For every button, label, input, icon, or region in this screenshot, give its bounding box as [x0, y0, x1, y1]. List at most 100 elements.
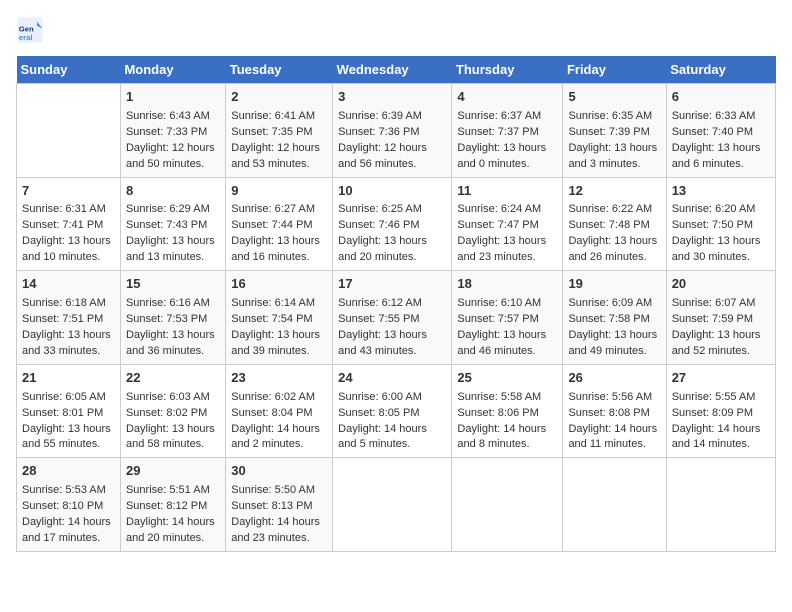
- daylight-text: Daylight: 13 hours and 30 minutes.: [672, 235, 761, 263]
- sunrise-text: Sunrise: 6:03 AM: [126, 391, 210, 403]
- daylight-text: Daylight: 13 hours and 43 minutes.: [338, 329, 427, 357]
- day-header-monday: Monday: [120, 56, 225, 84]
- daylight-text: Daylight: 13 hours and 0 minutes.: [457, 142, 546, 170]
- day-number: 28: [22, 462, 115, 481]
- daylight-text: Daylight: 12 hours and 56 minutes.: [338, 142, 427, 170]
- calendar-cell: 19Sunrise: 6:09 AMSunset: 7:58 PMDayligh…: [563, 271, 666, 365]
- calendar-cell: 12Sunrise: 6:22 AMSunset: 7:48 PMDayligh…: [563, 177, 666, 271]
- day-number: 19: [568, 275, 660, 294]
- sunset-text: Sunset: 7:48 PM: [568, 219, 649, 231]
- day-number: 16: [231, 275, 327, 294]
- daylight-text: Daylight: 13 hours and 46 minutes.: [457, 329, 546, 357]
- sunset-text: Sunset: 8:02 PM: [126, 407, 207, 419]
- calendar-cell: 23Sunrise: 6:02 AMSunset: 8:04 PMDayligh…: [226, 364, 333, 458]
- day-header-saturday: Saturday: [666, 56, 775, 84]
- calendar-cell: 5Sunrise: 6:35 AMSunset: 7:39 PMDaylight…: [563, 84, 666, 178]
- calendar-cell: 9Sunrise: 6:27 AMSunset: 7:44 PMDaylight…: [226, 177, 333, 271]
- day-number: 12: [568, 182, 660, 201]
- calendar-cell: 26Sunrise: 5:56 AMSunset: 8:08 PMDayligh…: [563, 364, 666, 458]
- sunset-text: Sunset: 7:35 PM: [231, 126, 312, 138]
- sunrise-text: Sunrise: 6:41 AM: [231, 110, 315, 122]
- calendar-cell: [563, 458, 666, 552]
- sunset-text: Sunset: 7:54 PM: [231, 313, 312, 325]
- calendar-cell: 27Sunrise: 5:55 AMSunset: 8:09 PMDayligh…: [666, 364, 775, 458]
- sunset-text: Sunset: 7:57 PM: [457, 313, 538, 325]
- week-row-3: 14Sunrise: 6:18 AMSunset: 7:51 PMDayligh…: [17, 271, 776, 365]
- day-number: 3: [338, 88, 446, 107]
- calendar-cell: [17, 84, 121, 178]
- sunset-text: Sunset: 8:10 PM: [22, 500, 103, 512]
- calendar-table: SundayMondayTuesdayWednesdayThursdayFrid…: [16, 56, 776, 552]
- day-number: 21: [22, 369, 115, 388]
- sunset-text: Sunset: 7:40 PM: [672, 126, 753, 138]
- sunrise-text: Sunrise: 6:18 AM: [22, 297, 106, 309]
- day-number: 26: [568, 369, 660, 388]
- week-row-2: 7Sunrise: 6:31 AMSunset: 7:41 PMDaylight…: [17, 177, 776, 271]
- sunset-text: Sunset: 7:46 PM: [338, 219, 419, 231]
- sunset-text: Sunset: 7:50 PM: [672, 219, 753, 231]
- day-header-sunday: Sunday: [17, 56, 121, 84]
- week-row-5: 28 Sunrise: 5:53 AM Sunset: 8:10 PM Dayligh…: [17, 458, 776, 552]
- daylight-text: Daylight: 14 hours and 8 minutes.: [457, 423, 546, 451]
- day-number: 18: [457, 275, 557, 294]
- daylight-text: Daylight: 13 hours and 6 minutes.: [672, 142, 761, 170]
- sunrise-text: Sunrise: 6:24 AM: [457, 203, 541, 215]
- sunrise-text: Sunrise: 5:50 AM: [231, 484, 315, 496]
- logo-icon: Gen eral: [16, 16, 44, 44]
- sunrise-text: Sunrise: 6:31 AM: [22, 203, 106, 215]
- calendar-cell: 1Sunrise: 6:43 AMSunset: 7:33 PMDaylight…: [120, 84, 225, 178]
- day-header-tuesday: Tuesday: [226, 56, 333, 84]
- calendar-cell: 21Sunrise: 6:05 AMSunset: 8:01 PMDayligh…: [17, 364, 121, 458]
- calendar-cell: 28Sunrise: 5:53 AMSunset: 8:10 PMDayligh…: [17, 458, 121, 552]
- calendar-cell: 2Sunrise: 6:41 AMSunset: 7:35 PMDaylight…: [226, 84, 333, 178]
- sunset-text: Sunset: 7:59 PM: [672, 313, 753, 325]
- day-number: 10: [338, 182, 446, 201]
- sunset-text: Sunset: 7:39 PM: [568, 126, 649, 138]
- calendar-cell: 13Sunrise: 6:20 AMSunset: 7:50 PMDayligh…: [666, 177, 775, 271]
- sunrise-text: Sunrise: 6:09 AM: [568, 297, 652, 309]
- calendar-header-row: SundayMondayTuesdayWednesdayThursdayFrid…: [17, 56, 776, 84]
- sunrise-text: Sunrise: 6:02 AM: [231, 391, 315, 403]
- daylight-text: Daylight: 13 hours and 23 minutes.: [457, 235, 546, 263]
- daylight-text: Daylight: 13 hours and 55 minutes.: [22, 423, 111, 451]
- calendar-cell: 20Sunrise: 6:07 AMSunset: 7:59 PMDayligh…: [666, 271, 775, 365]
- sunrise-text: Sunrise: 5:53 AM: [22, 484, 106, 496]
- calendar-cell: [333, 458, 452, 552]
- sunrise-text: Sunrise: 6:12 AM: [338, 297, 422, 309]
- sunrise-text: Sunrise: 6:05 AM: [22, 391, 106, 403]
- daylight-text: Daylight: 13 hours and 16 minutes.: [231, 235, 320, 263]
- calendar-cell: 24Sunrise: 6:00 AMSunset: 8:05 PMDayligh…: [333, 364, 452, 458]
- daylight-text: Daylight: 13 hours and 52 minutes.: [672, 329, 761, 357]
- sunrise-text: Sunrise: 6:20 AM: [672, 203, 756, 215]
- daylight-text: Daylight: 13 hours and 20 minutes.: [338, 235, 427, 263]
- sunrise-text: Sunrise: 5:58 AM: [457, 391, 541, 403]
- calendar-cell: 18Sunrise: 6:10 AMSunset: 7:57 PMDayligh…: [452, 271, 563, 365]
- sunrise-text: Sunrise: 6:14 AM: [231, 297, 315, 309]
- sunset-text: Sunset: 7:53 PM: [126, 313, 207, 325]
- daylight-text: Daylight: 14 hours and 23 minutes.: [231, 516, 320, 544]
- daylight-text: Daylight: 14 hours and 20 minutes.: [126, 516, 215, 544]
- daylight-text: Daylight: 13 hours and 58 minutes.: [126, 423, 215, 451]
- day-header-wednesday: Wednesday: [333, 56, 452, 84]
- daylight-text: Daylight: 13 hours and 33 minutes.: [22, 329, 111, 357]
- sunrise-text: Sunrise: 5:55 AM: [672, 391, 756, 403]
- day-number: 27: [672, 369, 770, 388]
- calendar-cell: 14Sunrise: 6:18 AMSunset: 7:51 PMDayligh…: [17, 271, 121, 365]
- calendar-cell: 29Sunrise: 5:51 AMSunset: 8:12 PMDayligh…: [120, 458, 225, 552]
- daylight-text: Daylight: 13 hours and 13 minutes.: [126, 235, 215, 263]
- daylight-text: Daylight: 13 hours and 49 minutes.: [568, 329, 657, 357]
- calendar-cell: 6Sunrise: 6:33 AMSunset: 7:40 PMDaylight…: [666, 84, 775, 178]
- day-number: 17: [338, 275, 446, 294]
- sunset-text: Sunset: 7:36 PM: [338, 126, 419, 138]
- calendar-cell: 10Sunrise: 6:25 AMSunset: 7:46 PMDayligh…: [333, 177, 452, 271]
- sunset-text: Sunset: 7:41 PM: [22, 219, 103, 231]
- daylight-text: Daylight: 14 hours and 5 minutes.: [338, 423, 427, 451]
- daylight-text: Daylight: 12 hours and 50 minutes.: [126, 142, 215, 170]
- daylight-text: Daylight: 13 hours and 26 minutes.: [568, 235, 657, 263]
- calendar-cell: 3Sunrise: 6:39 AMSunset: 7:36 PMDaylight…: [333, 84, 452, 178]
- sunset-text: Sunset: 7:55 PM: [338, 313, 419, 325]
- sunset-text: Sunset: 7:51 PM: [22, 313, 103, 325]
- sunrise-text: Sunrise: 6:16 AM: [126, 297, 210, 309]
- day-number: 1: [126, 88, 220, 107]
- week-row-1: 1Sunrise: 6:43 AMSunset: 7:33 PMDaylight…: [17, 84, 776, 178]
